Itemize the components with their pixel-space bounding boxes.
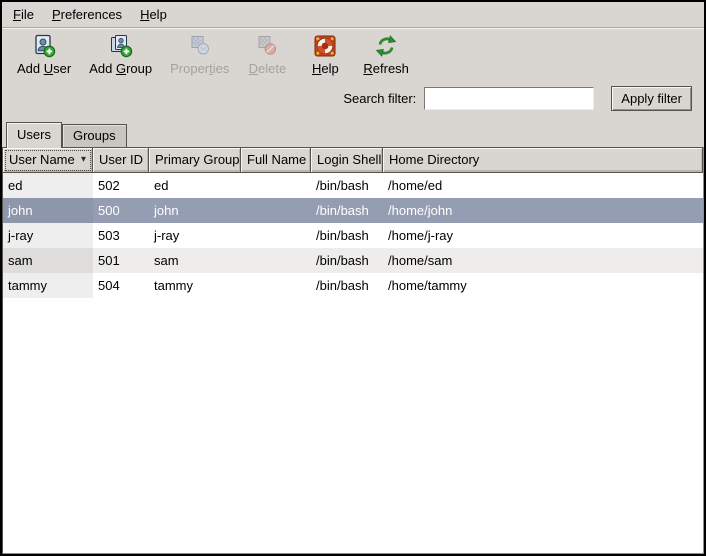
table-row[interactable]: tammy 504 tammy /bin/bash /home/tammy [3,273,703,298]
add-user-button[interactable]: Add User [8,32,80,78]
sort-arrow-icon: ▾ [75,154,86,165]
column-header-user-id[interactable]: User ID [93,148,149,173]
cell-user-id: 501 [93,248,149,273]
menu-help[interactable]: Help [131,3,176,26]
cell-primary-group: john [149,198,241,223]
cell-home-directory: /home/j-ray [383,223,703,248]
column-header-login-shell[interactable]: Login Shell [311,148,383,173]
cell-home-directory: /home/tammy [383,273,703,298]
refresh-button[interactable]: Refresh [354,32,418,78]
delete-label: Delete [249,61,287,76]
users-table: User Name▾ User ID Primary Group Full Na… [2,147,704,554]
properties-button: Properties [161,32,238,78]
cell-primary-group: tammy [149,273,241,298]
search-filter-bar: Search filter: Apply filter [2,82,704,114]
menu-preferences[interactable]: Preferences [43,3,131,26]
user-manager-window: File Preferences Help Add User [0,0,706,556]
column-header-home-directory[interactable]: Home Directory [383,148,703,173]
cell-primary-group: sam [149,248,241,273]
tab-groups[interactable]: Groups [62,124,127,147]
table-row[interactable]: john 500 john /bin/bash /home/john [3,198,703,223]
column-header-full-name[interactable]: Full Name [241,148,311,173]
notebook-tabs: Users Groups [2,114,704,147]
toolbar: Add User Add Group [2,28,704,82]
table-header: User Name▾ User ID Primary Group Full Na… [3,148,703,173]
delete-icon [255,34,279,58]
search-filter-input[interactable] [424,87,594,110]
cell-primary-group: j-ray [149,223,241,248]
help-button[interactable]: Help [296,32,354,78]
cell-login-shell: /bin/bash [311,248,383,273]
column-header-primary-group[interactable]: Primary Group [149,148,241,173]
cell-full-name [241,198,311,223]
cell-full-name [241,223,311,248]
cell-full-name [241,173,311,198]
table-row[interactable]: ed 502 ed /bin/bash /home/ed [3,173,703,198]
cell-user-name: ed [3,173,93,198]
menu-bar: File Preferences Help [2,2,704,28]
cell-home-directory: /home/john [383,198,703,223]
cell-login-shell: /bin/bash [311,198,383,223]
refresh-icon [374,34,398,58]
table-row[interactable]: sam 501 sam /bin/bash /home/sam [3,248,703,273]
cell-user-name: john [3,198,93,223]
apply-filter-button[interactable]: Apply filter [611,86,692,111]
cell-login-shell: /bin/bash [311,173,383,198]
help-icon [313,34,337,58]
help-label: Help [312,61,339,76]
table-empty-area[interactable] [3,298,703,553]
search-filter-label: Search filter: [343,91,416,106]
cell-login-shell: /bin/bash [311,273,383,298]
cell-full-name [241,248,311,273]
add-group-button[interactable]: Add Group [80,32,161,78]
cell-home-directory: /home/sam [383,248,703,273]
tab-users[interactable]: Users [6,122,62,148]
cell-home-directory: /home/ed [383,173,703,198]
cell-primary-group: ed [149,173,241,198]
menu-file[interactable]: File [4,3,43,26]
properties-icon [188,34,212,58]
cell-user-id: 503 [93,223,149,248]
cell-login-shell: /bin/bash [311,223,383,248]
add-user-icon [32,34,56,58]
cell-user-name: tammy [3,273,93,298]
cell-user-id: 504 [93,273,149,298]
cell-user-id: 502 [93,173,149,198]
cell-user-name: j-ray [3,223,93,248]
delete-button: Delete [238,32,296,78]
refresh-label: Refresh [363,61,409,76]
add-user-label: Add User [17,61,71,76]
add-group-icon [109,34,133,58]
table-body: ed 502 ed /bin/bash /home/ed john 500 jo… [3,173,703,553]
add-group-label: Add Group [89,61,152,76]
cell-user-name: sam [3,248,93,273]
cell-full-name [241,273,311,298]
cell-user-id: 500 [93,198,149,223]
column-header-user-name[interactable]: User Name▾ [3,148,93,173]
table-row[interactable]: j-ray 503 j-ray /bin/bash /home/j-ray [3,223,703,248]
properties-label: Properties [170,61,229,76]
